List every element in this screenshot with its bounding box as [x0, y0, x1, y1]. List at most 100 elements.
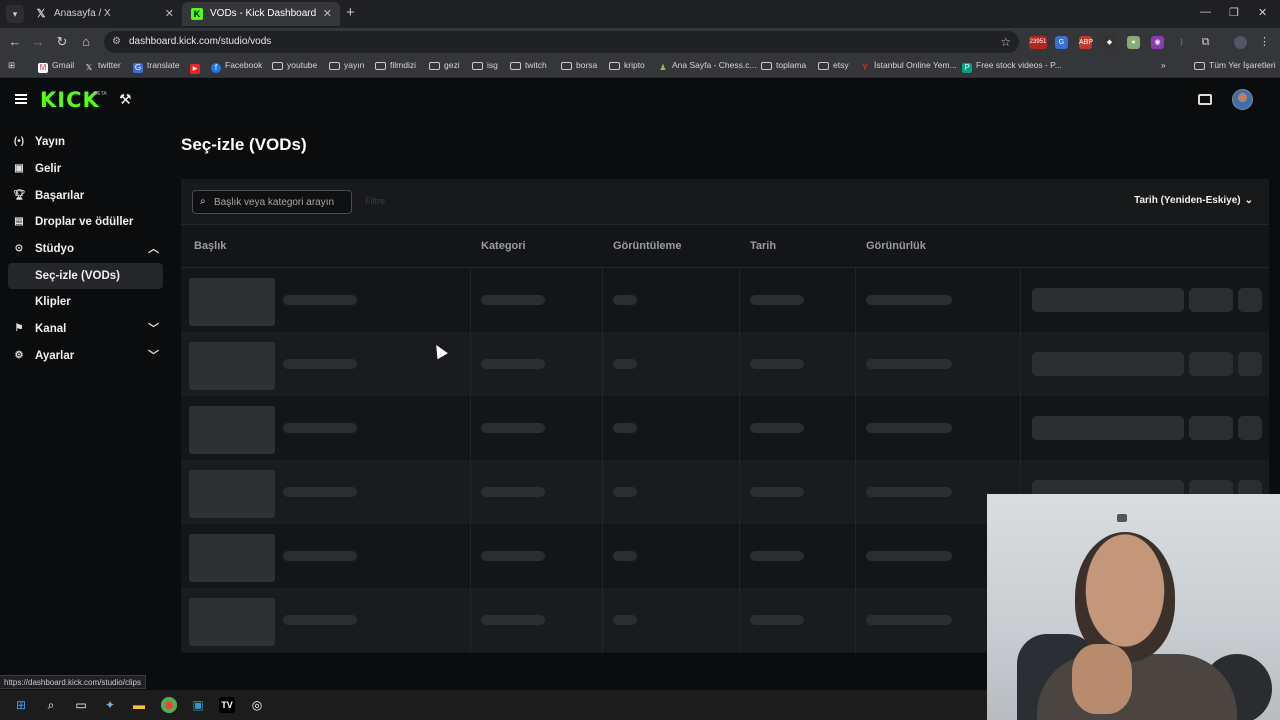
bookmark-twitter[interactable]: 𝕏twitter [84, 60, 121, 73]
back-icon[interactable]: ← [7, 34, 23, 49]
menu-kebab-icon[interactable]: ⋮ [1258, 36, 1271, 49]
bookmark-facebook[interactable]: f Facebook [211, 60, 262, 73]
address-bar[interactable]: ⚙ dashboard.kick.com/studio/vods ☆ [104, 31, 1019, 53]
new-tab-button[interactable]: + [346, 4, 355, 21]
sidebar-item-yayin[interactable]: (•) Yayın [8, 129, 163, 155]
bookmark-folder-etsy[interactable]: etsy [818, 60, 849, 70]
search-icon[interactable]: ⌕ [43, 697, 59, 713]
hamburger-menu-icon[interactable] [15, 94, 27, 104]
thumbnail-skeleton [189, 406, 275, 454]
bookmark-translate[interactable]: Gtranslate [133, 60, 180, 73]
loading-skeleton [481, 487, 545, 497]
profile-icon[interactable] [1234, 36, 1247, 49]
sidebar-item-studyo[interactable]: ⊙ Stüdyo ︿ [8, 236, 163, 262]
column-header-views[interactable]: Görüntüleme [613, 240, 681, 252]
bookmark-folder-isg[interactable]: isg [472, 60, 498, 70]
broadcast-icon: (•) [13, 136, 25, 147]
sidebar-item-droplar[interactable]: ▤ Droplar ve ödüller [8, 209, 163, 235]
pickaxe-icon[interactable]: ⚒ [119, 91, 132, 108]
bookmark-folder-kripto[interactable]: kripto [609, 60, 645, 70]
table-row [181, 268, 1269, 332]
table-row [181, 396, 1269, 460]
thumbnail-skeleton [189, 598, 275, 646]
sidebar-item-klipler[interactable]: Klipler [8, 289, 163, 315]
bookmark-folder-twitch[interactable]: twitch [510, 60, 547, 70]
browser-tab-kick[interactable]: K VODs - Kick Dashboard ✕ [182, 2, 340, 26]
extension-icon[interactable]: ) [1175, 36, 1188, 49]
restore-icon[interactable]: ❐ [1229, 6, 1239, 19]
search-field[interactable]: ⌕ [192, 190, 352, 214]
sidebar-item-vods[interactable]: Seç-izle (VODs) [8, 263, 163, 289]
file-explorer-icon[interactable]: ▬ [131, 697, 147, 713]
column-header-visibility[interactable]: Görünürlük [866, 240, 926, 252]
kick-logo[interactable]: KICK [40, 88, 100, 112]
bookmark-istanbul[interactable]: Y İstanbul Online Yem... [860, 60, 956, 73]
chrome-icon[interactable] [161, 697, 177, 713]
site-info-icon[interactable]: ⚙ [112, 36, 121, 47]
loading-skeleton [613, 423, 637, 433]
minimize-icon[interactable]: — [1200, 6, 1211, 18]
column-header-category[interactable]: Kategori [481, 240, 526, 252]
x-logo-icon: 𝕏 [36, 8, 46, 20]
page-title: Seç-izle (VODs) [181, 135, 307, 154]
close-tab-icon[interactable]: ✕ [323, 2, 332, 26]
column-header-date[interactable]: Tarih [750, 240, 776, 252]
bookmark-all[interactable]: Tüm Yer İşaretleri [1194, 60, 1276, 70]
extension-icon[interactable]: ◉ [1151, 36, 1164, 49]
loading-skeleton [283, 295, 357, 305]
bookmark-star-icon[interactable]: ☆ [1000, 35, 1011, 49]
bookmark-chess[interactable]: ♟ Ana Sayfa - Chess.c... [658, 60, 756, 73]
sidebar-item-basarilar[interactable]: 🏆︎ Başarılar [8, 183, 163, 209]
apps-grid-icon[interactable]: ⊞ [8, 60, 15, 71]
column-header-title[interactable]: Başlık [194, 240, 226, 252]
bookmark-folder-youtube[interactable]: youtube [272, 60, 317, 70]
browser-tab-x[interactable]: 𝕏 Anasayfa / X ✕ [26, 2, 182, 26]
extension-icon[interactable]: ◆ [1103, 36, 1116, 49]
task-view-icon[interactable]: ▭ [73, 697, 89, 713]
sidebar-item-ayarlar[interactable]: ⚙ Ayarlar ﹀ [8, 343, 163, 369]
loading-skeleton [481, 295, 545, 305]
loading-skeleton [866, 615, 952, 625]
bookmark-youtube-red[interactable]: ▶ [190, 60, 204, 74]
close-window-icon[interactable]: ✕ [1258, 6, 1267, 19]
sidebar-item-gelir[interactable]: ▣ Gelir [8, 156, 163, 182]
obs-icon[interactable]: ◎ [249, 697, 265, 713]
sort-dropdown[interactable]: Tarih (Yeniden-Eskiye) ⌄ [1134, 195, 1253, 206]
home-icon[interactable]: ⌂ [78, 34, 94, 49]
gift-icon: ▤ [14, 216, 24, 227]
copilot-icon[interactable]: ✦ [102, 697, 118, 713]
search-input[interactable] [214, 195, 346, 210]
app-icon[interactable]: ▣ [190, 697, 206, 713]
forward-icon[interactable]: → [30, 34, 46, 49]
extensions-puzzle-icon[interactable]: ⧉ [1199, 36, 1212, 49]
bookmark-folder-borsa[interactable]: borsa [561, 60, 597, 70]
avatar[interactable] [1232, 89, 1253, 110]
bookmark-gmail[interactable]: M Gmail [38, 60, 74, 73]
filter-button[interactable]: Filtre [365, 196, 385, 206]
translate-ext-icon[interactable]: G [1055, 36, 1068, 49]
reload-icon[interactable]: ↻ [54, 34, 70, 50]
windows-start-icon[interactable]: ⊞ [13, 697, 29, 713]
close-tab-icon[interactable]: ✕ [165, 2, 174, 26]
adblock-ext-icon[interactable]: ABP [1079, 36, 1093, 49]
loading-skeleton [1238, 352, 1262, 376]
tab-search-button[interactable]: ▾ [6, 5, 24, 23]
extension-badge[interactable]: 23951 [1029, 36, 1047, 49]
bookmark-folder-yayin[interactable]: yayın [329, 60, 364, 70]
bookmark-folder-toplama[interactable]: toplama [761, 60, 806, 70]
sidebar-item-kanal[interactable]: ⚑ Kanal ﹀ [8, 316, 163, 342]
column-divider [470, 268, 471, 653]
camera-icon[interactable] [1198, 94, 1212, 105]
extension-icon[interactable]: ● [1127, 36, 1140, 49]
beta-badge: BETA [94, 91, 107, 97]
bookmark-folder-filmdizi[interactable]: filmdizi [375, 60, 416, 70]
webcam-image [1117, 514, 1127, 522]
trophy-icon: 🏆︎ [13, 190, 26, 201]
bookmark-folder-gezi[interactable]: gezi [429, 60, 460, 70]
more-bookmarks-icon[interactable]: » [1161, 60, 1166, 70]
loading-skeleton [750, 423, 804, 433]
loading-skeleton [283, 423, 357, 433]
browser-tab-bar: ▾ 𝕏 Anasayfa / X ✕ K VODs - Kick Dashboa… [0, 0, 1280, 28]
bookmark-stock-videos[interactable]: P Free stock videos - P... [962, 60, 1062, 73]
tradingview-icon[interactable]: TV [219, 697, 235, 713]
